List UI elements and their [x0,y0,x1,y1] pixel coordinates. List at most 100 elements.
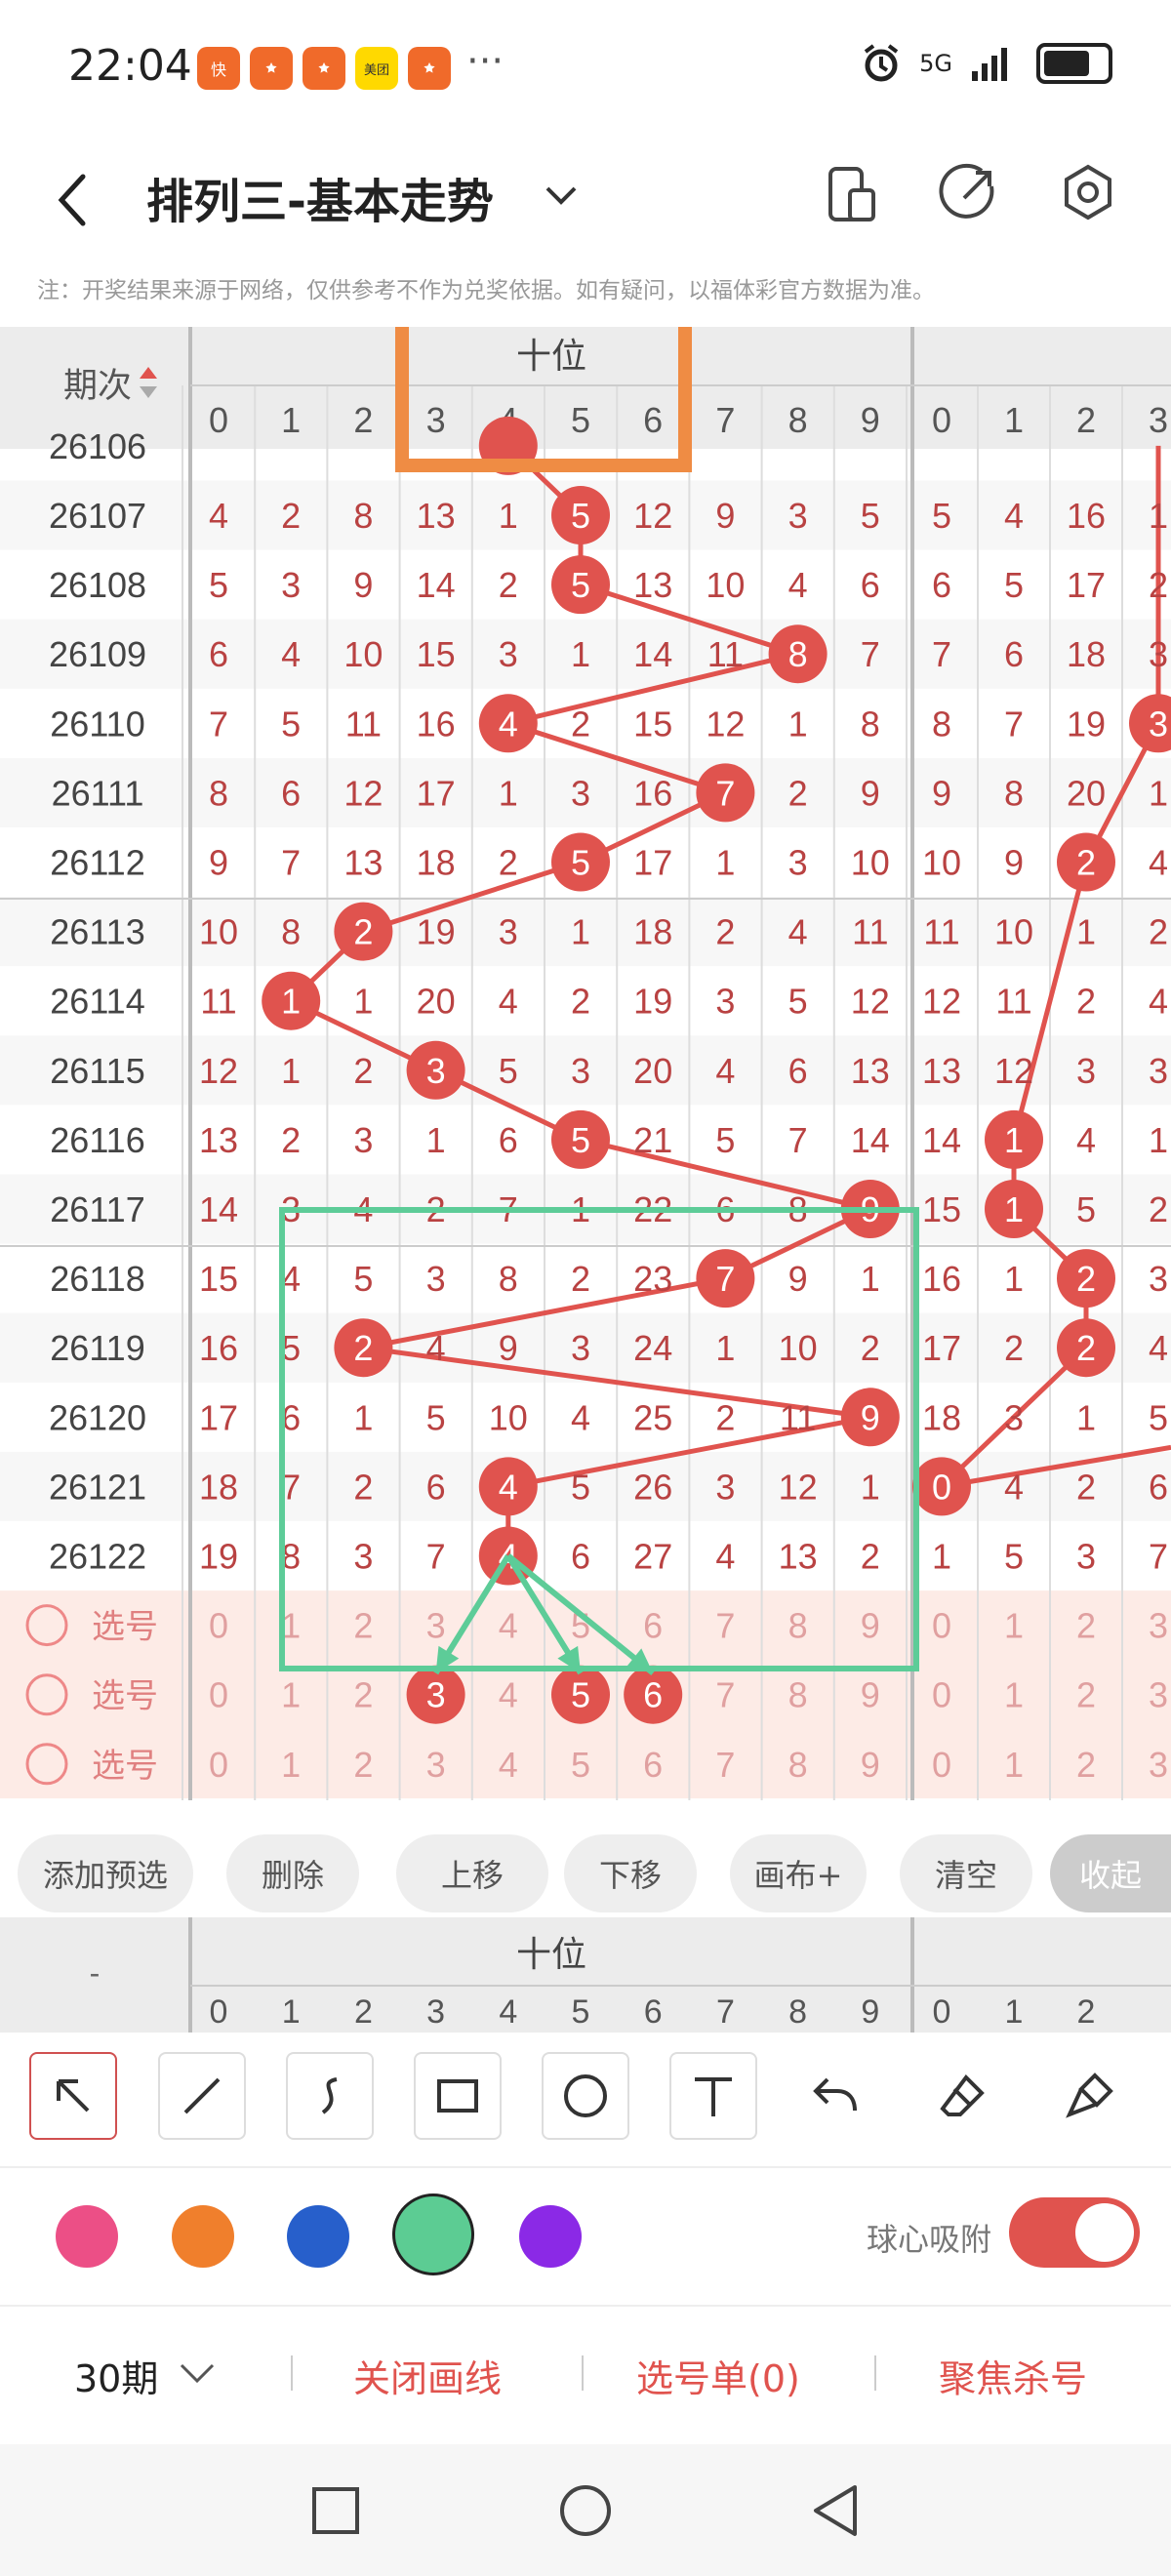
bottom-digit-header: 2 [354,1993,373,2031]
control-button[interactable]: 添加预选 [18,1834,193,1912]
undo-icon[interactable] [810,2072,859,2120]
miss-count-cell: 4 [209,496,228,536]
miss-count-cell: 12 [706,704,745,744]
miss-count-cell: 2 [571,1259,590,1299]
period-label: 26111 [52,773,144,813]
color-blue-swatch[interactable] [287,2205,349,2268]
miss-count-cell: 18 [417,843,456,883]
control-button[interactable]: 删除 [226,1834,359,1912]
select-digit-cell: 0 [932,1606,951,1646]
winning-number-label: 9 [861,1397,880,1437]
settings-gear-icon[interactable] [1059,163,1117,225]
miss-count-cell: 26 [633,1467,672,1507]
color-green-swatch-selected[interactable] [392,2194,474,2275]
device-switch-icon[interactable] [825,163,879,225]
period-label: 26116 [50,1120,144,1160]
miss-count-cell: 8 [1004,773,1024,813]
winning-number-label: 4 [499,1467,518,1507]
home-icon[interactable] [558,2483,613,2538]
snap-toggle[interactable] [1009,2197,1140,2268]
back-icon[interactable] [810,2483,861,2538]
select-digit-cell: 0 [209,1606,228,1646]
miss-count-cell: 25 [633,1397,672,1437]
close-drawing-button[interactable]: 关闭画线 [353,2349,502,2402]
share-icon[interactable] [939,163,997,225]
miss-count-cell: 5 [861,496,880,536]
control-button[interactable]: 上移 [396,1834,548,1912]
select-digit-cell: 1 [1004,1745,1024,1785]
miss-count-cell: 10 [779,1328,818,1368]
select-digit-cell: 3 [426,1606,446,1646]
miss-count-cell: 9 [353,565,373,605]
select-digit-cell: 4 [499,1675,518,1715]
color-purple-swatch[interactable] [519,2205,582,2268]
miss-count-cell: 3 [715,1467,735,1507]
miss-count-cell: 4 [571,1397,590,1437]
alarm-icon [864,44,899,82]
brush-icon[interactable] [1066,2072,1114,2120]
miss-count-cell: 3 [1149,1259,1168,1299]
color-pink-swatch[interactable] [56,2205,118,2268]
control-button[interactable]: 画布+ [730,1834,867,1912]
eraser-icon[interactable] [939,2072,988,2120]
miss-count-cell: 2 [1149,912,1168,952]
miss-count-cell: 8 [499,1259,518,1299]
control-button[interactable]: 收起 [1050,1834,1171,1912]
miss-count-cell: 16 [1067,496,1106,536]
chevron-down-icon[interactable] [542,181,581,210]
select-tool[interactable] [29,2052,117,2140]
miss-count-cell: 3 [788,843,808,883]
period-label: 26118 [50,1259,144,1299]
color-orange-swatch[interactable] [172,2205,234,2268]
line-tool[interactable] [158,2052,246,2140]
text-tool[interactable] [669,2052,757,2140]
miss-count-cell: 18 [199,1467,238,1507]
miss-count-cell: 13 [779,1537,818,1577]
miss-count-cell: 3 [571,773,590,813]
select-digit-cell: 9 [861,1606,880,1646]
trend-chart-board[interactable]: 期次十位012345678901232610626107428131129355… [0,327,1171,1810]
rectangle-tool[interactable] [414,2052,502,2140]
pick-list-button[interactable]: 选号单(0) [636,2349,800,2402]
more-notifications-icon: ··· [466,39,505,84]
miss-count-cell: 5 [281,704,301,744]
period-label: 26107 [49,496,146,536]
system-status-icons: 5G [861,43,1112,84]
chevron-down-icon[interactable] [178,2359,217,2389]
miss-count-cell: 3 [571,1328,590,1368]
divider [874,2355,876,2391]
focus-kill-button[interactable]: 聚焦杀号 [939,2349,1087,2402]
miss-count-cell: 4 [499,982,518,1022]
back-arrow-icon[interactable] [54,171,93,229]
miss-count-cell: 1 [571,912,590,952]
miss-count-cell: 2 [861,1537,880,1577]
bottom-digit-header: 2 [1077,1993,1096,2031]
select-digit-cell: 3 [426,1745,446,1785]
miss-count-cell: 12 [633,496,672,536]
period-select[interactable]: 30期 [74,2349,158,2402]
miss-count-cell: 15 [199,1259,238,1299]
control-button[interactable]: 清空 [900,1834,1032,1912]
miss-count-cell: 7 [281,843,301,883]
miss-count-cell: 4 [1149,1328,1168,1368]
circle-tool[interactable] [542,2052,629,2140]
select-digit-cell: 6 [643,1745,663,1785]
miss-count-cell: 13 [633,565,672,605]
miss-count-cell: 3 [1149,1051,1168,1091]
miss-count-cell: 4 [1149,843,1168,883]
winning-number-label: 2 [1076,1259,1096,1299]
winning-number-label: 7 [715,1259,735,1299]
recent-apps-icon[interactable] [310,2485,361,2536]
miss-count-cell: 13 [417,496,456,536]
page-title[interactable]: 排列三-基本走势 [146,163,494,231]
winning-number-label: 1 [1004,1120,1024,1160]
miss-count-cell: 12 [779,1467,818,1507]
select-digit-cell: 1 [281,1745,301,1785]
miss-count-cell: 3 [499,912,518,952]
miss-count-cell: 7 [861,634,880,674]
miss-count-cell: 1 [499,496,518,536]
miss-count-cell: 2 [499,843,518,883]
miss-count-cell: 6 [861,565,880,605]
curve-tool[interactable] [286,2052,374,2140]
control-button[interactable]: 下移 [564,1834,697,1912]
